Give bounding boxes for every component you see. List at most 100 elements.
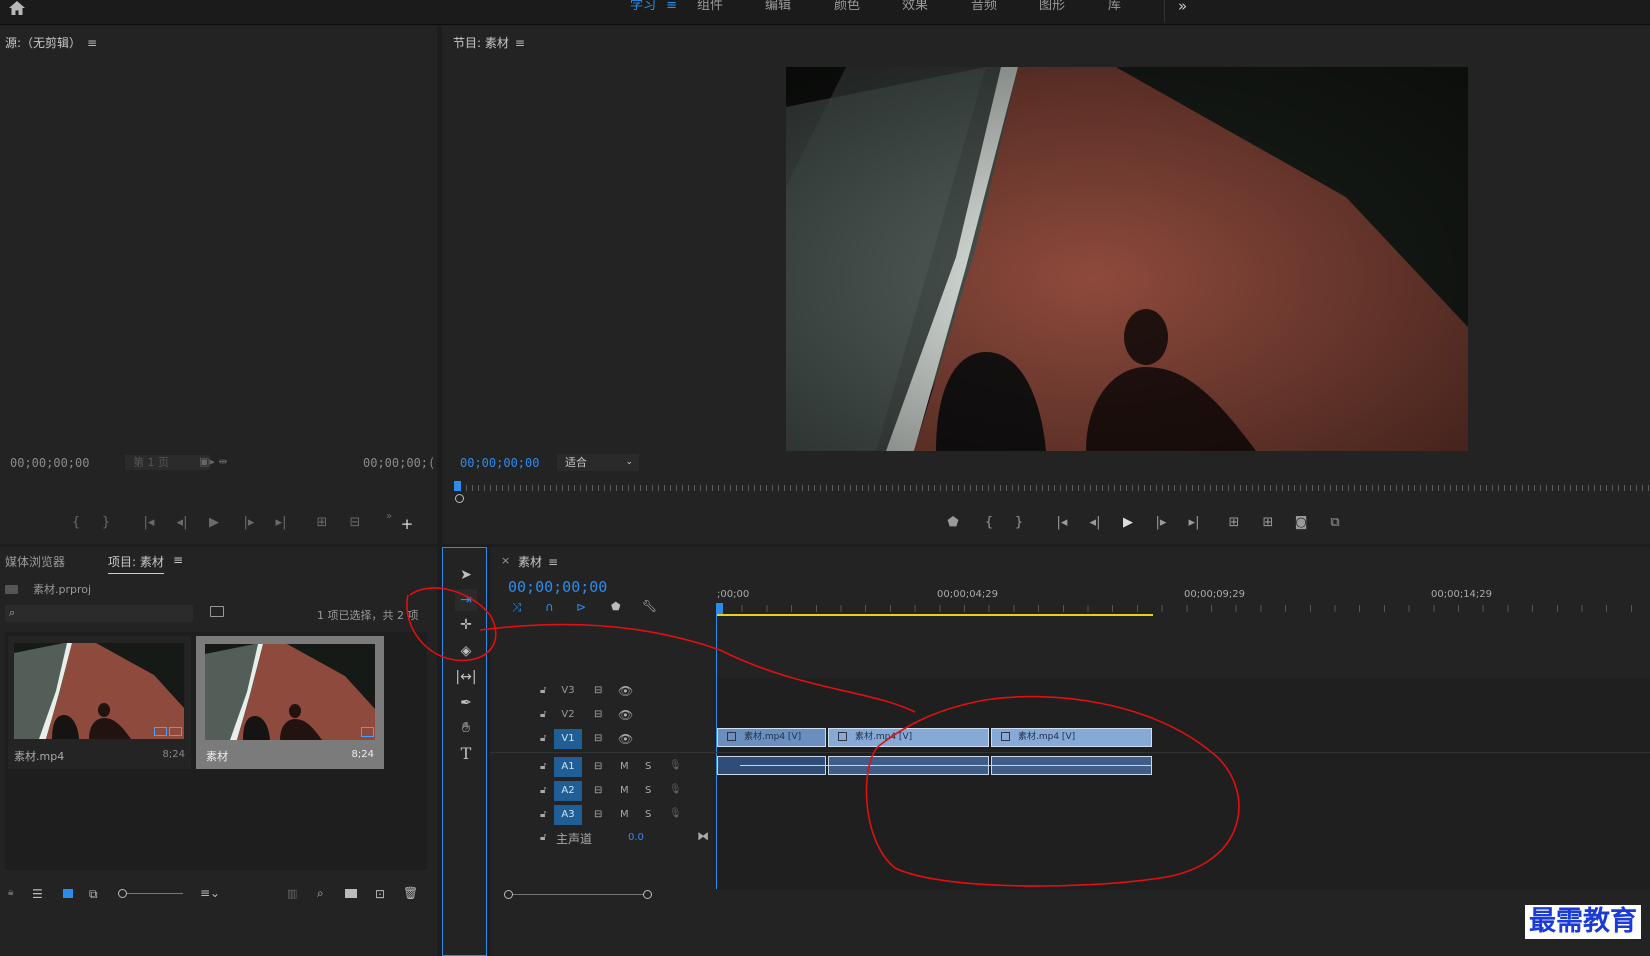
project-item[interactable]: 素材.mp4 8;24	[8, 636, 191, 769]
zoom-slider-handle[interactable]	[118, 889, 127, 898]
microphone-icon[interactable]: 🎙︎	[669, 760, 682, 771]
pen-tool-icon[interactable]: ✒	[455, 692, 477, 714]
overwrite-icon[interactable]: ⊟	[346, 516, 364, 530]
lock-icon[interactable]: 🔒︎	[8, 887, 13, 898]
tab-assembly[interactable]: 组件	[697, 0, 723, 22]
ripple-edit-tool-icon[interactable]: ✛	[455, 614, 477, 636]
hand-tool-icon[interactable]: ✋︎	[455, 717, 477, 739]
mute-button[interactable]: M	[620, 809, 629, 820]
panel-menu-icon[interactable]: ≡	[515, 36, 525, 50]
timeline-playhead[interactable]	[716, 603, 723, 614]
play-icon[interactable]: ▶	[205, 516, 223, 530]
go-to-in-icon[interactable]: |◂	[140, 516, 158, 530]
mark-in-icon[interactable]: {	[67, 516, 85, 530]
source-timecode-in[interactable]: 00;00;00;00	[10, 456, 89, 470]
sync-lock-icon[interactable]: ⊟	[594, 761, 602, 772]
snap-icon[interactable]: ∩	[545, 600, 554, 614]
track-label[interactable]: V2	[554, 705, 582, 725]
lock-icon[interactable]: 🔓︎	[540, 809, 546, 820]
tab-editing[interactable]: 编辑	[765, 0, 791, 22]
tab-media-browser[interactable]: 媒体浏览器	[5, 553, 65, 570]
lock-icon[interactable]: 🔓︎	[540, 709, 546, 720]
razor-tool-icon[interactable]: ◈	[455, 640, 477, 662]
solo-button[interactable]: S	[645, 809, 651, 820]
insert-icon[interactable]: ⊞	[313, 516, 331, 530]
lock-icon[interactable]: 🔓︎	[540, 733, 546, 744]
track-select-tool-icon[interactable]: ⇥	[455, 589, 477, 611]
tab-learn[interactable]: 学习 ≡	[630, 0, 677, 22]
lift-icon[interactable]: ⊞	[1225, 516, 1243, 530]
find-icon[interactable]: ⌕	[317, 886, 324, 901]
program-time-ruler[interactable]	[454, 481, 1650, 495]
project-item[interactable]: 素材 8;24	[196, 636, 384, 769]
go-to-end-icon[interactable]: ⧓	[697, 829, 709, 843]
trash-icon[interactable]: 🗑︎	[403, 886, 418, 900]
list-view-icon[interactable]: ☰	[32, 887, 43, 901]
nest-toggle-icon[interactable]: ⤨	[512, 600, 522, 615]
tab-graphics[interactable]: 图形	[1039, 0, 1065, 22]
lock-icon[interactable]: 🔓︎	[540, 785, 546, 796]
more-controls-icon[interactable]: »	[380, 510, 398, 524]
mark-out-icon[interactable]: }	[97, 516, 115, 530]
play-icon[interactable]: ▶	[1119, 516, 1137, 530]
new-item-icon[interactable]: ⊡	[375, 887, 385, 901]
zoom-handle-icon[interactable]	[455, 494, 464, 503]
clip-name[interactable]: 素材.mp4	[14, 748, 64, 764]
video-clip[interactable]: 素材.mp4 [V]	[991, 728, 1152, 747]
step-forward-icon[interactable]: |▸	[240, 516, 258, 530]
lock-icon[interactable]: 🔓︎	[540, 761, 546, 772]
step-forward-icon[interactable]: |▸	[1152, 516, 1170, 530]
zoom-slider[interactable]	[118, 889, 183, 898]
comparison-view-icon[interactable]: ⧉	[1326, 516, 1344, 530]
track-label[interactable]: A3	[554, 805, 582, 825]
automate-to-sequence-icon[interactable]: ▥	[287, 887, 297, 900]
track-label[interactable]: V3	[554, 681, 582, 701]
source-page-stepper-icon[interactable]: ▣▸ ⇹	[199, 455, 228, 468]
program-timecode[interactable]: 00;00;00;00	[460, 456, 539, 470]
tab-audio[interactable]: 音频	[971, 0, 997, 22]
workspace-overflow-button[interactable]: »	[1178, 0, 1187, 22]
sync-lock-icon[interactable]: ⊟	[594, 685, 602, 696]
home-icon[interactable]	[8, 0, 26, 16]
step-back-icon[interactable]: ◂|	[1086, 516, 1104, 530]
add-button-icon[interactable]: +	[398, 517, 416, 532]
mute-button[interactable]: M	[620, 785, 629, 796]
mark-in-icon[interactable]: {	[980, 516, 998, 530]
program-panel-title[interactable]: 节目: 素材 ≡	[453, 34, 525, 51]
sequence-tab[interactable]: 素材 ≡	[518, 553, 558, 570]
timeline-timecode[interactable]: 00;00;00;00	[508, 578, 607, 596]
eye-icon[interactable]: 👁︎	[618, 732, 633, 746]
track-label[interactable]: V1	[554, 729, 582, 749]
go-to-in-icon[interactable]: |◂	[1053, 516, 1071, 530]
lock-icon[interactable]: 🔓︎	[540, 685, 546, 696]
scroll-handle-left[interactable]	[504, 890, 513, 899]
workspace-menu-icon[interactable]: ≡	[666, 0, 677, 13]
source-panel-title[interactable]: 源:（无剪辑） ≡	[5, 34, 97, 51]
microphone-icon[interactable]: 🎙︎	[669, 784, 682, 795]
go-to-out-icon[interactable]: ▸|	[272, 516, 290, 530]
wrench-icon[interactable]: 🔧︎	[642, 599, 657, 613]
project-search-input[interactable]: ⌕	[5, 605, 193, 622]
track-label[interactable]: A1	[554, 757, 582, 777]
source-timecode-out[interactable]: 00;00;00;(	[363, 456, 435, 470]
add-marker-icon[interactable]: ⬟	[944, 516, 962, 530]
new-bin-icon[interactable]	[345, 889, 357, 898]
program-playhead[interactable]	[454, 481, 461, 491]
microphone-icon[interactable]: 🎙︎	[669, 808, 682, 819]
mute-button[interactable]: M	[620, 761, 629, 772]
master-volume-value[interactable]: 0.0	[628, 832, 644, 843]
go-to-out-icon[interactable]: ▸|	[1185, 516, 1203, 530]
solo-button[interactable]: S	[645, 785, 651, 796]
work-area-bar[interactable]	[717, 614, 1153, 616]
new-search-bin-icon[interactable]	[210, 606, 224, 617]
mark-out-icon[interactable]: }	[1010, 516, 1028, 530]
sync-lock-icon[interactable]: ⊟	[594, 709, 602, 720]
lock-icon[interactable]: 🔓︎	[540, 832, 546, 843]
panel-menu-icon[interactable]: ≡	[87, 36, 97, 50]
sequence-name[interactable]: 素材	[206, 748, 228, 764]
extract-icon[interactable]: ⊞	[1259, 516, 1277, 530]
tab-project[interactable]: 项目: 素材	[108, 553, 164, 574]
close-sequence-icon[interactable]: ×	[501, 554, 510, 567]
panel-menu-icon[interactable]: ≡	[548, 555, 558, 569]
panel-menu-icon[interactable]: ≡	[173, 553, 183, 567]
